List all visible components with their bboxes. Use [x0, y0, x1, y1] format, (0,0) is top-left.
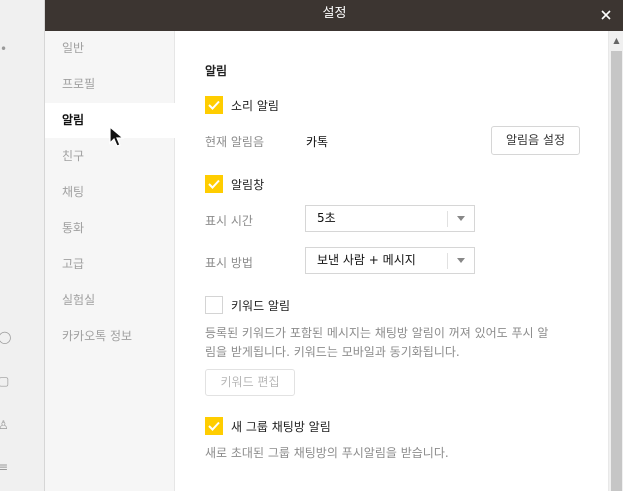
select-divider	[447, 253, 448, 269]
sound-settings-button[interactable]: 알림음 설정	[491, 126, 580, 155]
sound-alert-checkbox[interactable]	[205, 96, 223, 114]
dropdown-arrow-icon	[457, 258, 465, 263]
edit-keywords-button[interactable]: 키워드 편집	[205, 369, 295, 396]
sidebar-item-advanced[interactable]: 고급	[45, 247, 174, 282]
sidebar-item-profile[interactable]: 프로필	[45, 67, 174, 102]
window-title: 설정	[322, 6, 347, 21]
check-icon	[208, 100, 220, 110]
alert-window-checkbox[interactable]	[205, 175, 223, 193]
title-bar[interactable]: 설정	[45, 0, 623, 31]
settings-window: 설정 일반 프로필 알림 친구 채팅 통화 고급 실험실 카카오톡 정보 알림 …	[44, 0, 623, 491]
alert-window-label: 알림창	[231, 178, 265, 192]
sidebar-item-labs[interactable]: 실험실	[45, 283, 174, 318]
display-time-select[interactable]: 5초	[305, 205, 475, 232]
keyword-alert-label: 키워드 알림	[231, 299, 291, 313]
background-circle-icon: ◯	[0, 330, 12, 344]
sidebar-item-about[interactable]: 카카오톡 정보	[45, 319, 174, 354]
display-time-label: 표시 시간	[205, 214, 253, 228]
background-dot-icon: •	[0, 42, 8, 56]
keyword-alert-desc-line2: 림을 받게됩니다. 키워드는 모바일과 동기화됩니다.	[205, 345, 460, 359]
background-square-icon: ▢	[0, 374, 10, 388]
sound-alert-label: 소리 알림	[231, 99, 279, 113]
keyword-alert-desc-line1: 등록된 키워드가 포함된 메시지는 채팅방 알림이 꺼져 있어도 푸시 알	[205, 326, 549, 340]
section-title: 알림	[205, 64, 228, 78]
background-menu-icon: ≡	[0, 460, 9, 474]
sidebar-item-general[interactable]: 일반	[45, 31, 174, 66]
select-divider	[447, 211, 448, 227]
check-icon	[208, 421, 220, 431]
keyword-alert-description: 등록된 키워드가 포함된 메시지는 채팅방 알림이 꺼져 있어도 푸시 알 림을…	[205, 324, 585, 362]
scroll-up-arrow-icon[interactable]: ▲	[609, 35, 623, 47]
sidebar-item-chat[interactable]: 채팅	[45, 175, 174, 210]
display-method-label: 표시 방법	[205, 256, 253, 270]
background-person-icon: ♙	[0, 418, 9, 432]
display-method-value: 보낸 사람 + 메시지	[317, 253, 416, 267]
current-sound-label: 현재 알림음	[205, 135, 265, 149]
display-method-select[interactable]: 보낸 사람 + 메시지	[305, 247, 475, 274]
scrollbar-thumb[interactable]	[611, 51, 622, 491]
settings-sidebar: 일반 프로필 알림 친구 채팅 통화 고급 실험실 카카오톡 정보	[45, 31, 175, 491]
new-group-alert-description: 새로 초대된 그룹 채팅방의 푸시알림을 받습니다.	[205, 446, 449, 460]
new-group-alert-checkbox[interactable]	[205, 417, 223, 435]
current-sound-value: 카톡	[306, 135, 329, 149]
new-group-alert-label: 새 그룹 채팅방 알림	[231, 420, 331, 434]
vertical-scrollbar[interactable]: ▲	[608, 31, 623, 491]
close-icon	[601, 10, 611, 20]
display-time-value: 5초	[317, 211, 336, 225]
background-app-strip: • ◯ ▢ ♙ ≡	[0, 0, 44, 491]
notifications-panel: 알림 소리 알림 현재 알림음 카톡 알림음 설정 알림창 표시 시간 5초 표…	[175, 31, 609, 491]
mouse-cursor-icon	[109, 126, 125, 147]
keyword-alert-checkbox[interactable]	[205, 296, 223, 314]
close-button[interactable]	[596, 5, 616, 25]
dropdown-arrow-icon	[457, 216, 465, 221]
check-icon	[208, 179, 220, 189]
sidebar-item-call[interactable]: 통화	[45, 211, 174, 246]
